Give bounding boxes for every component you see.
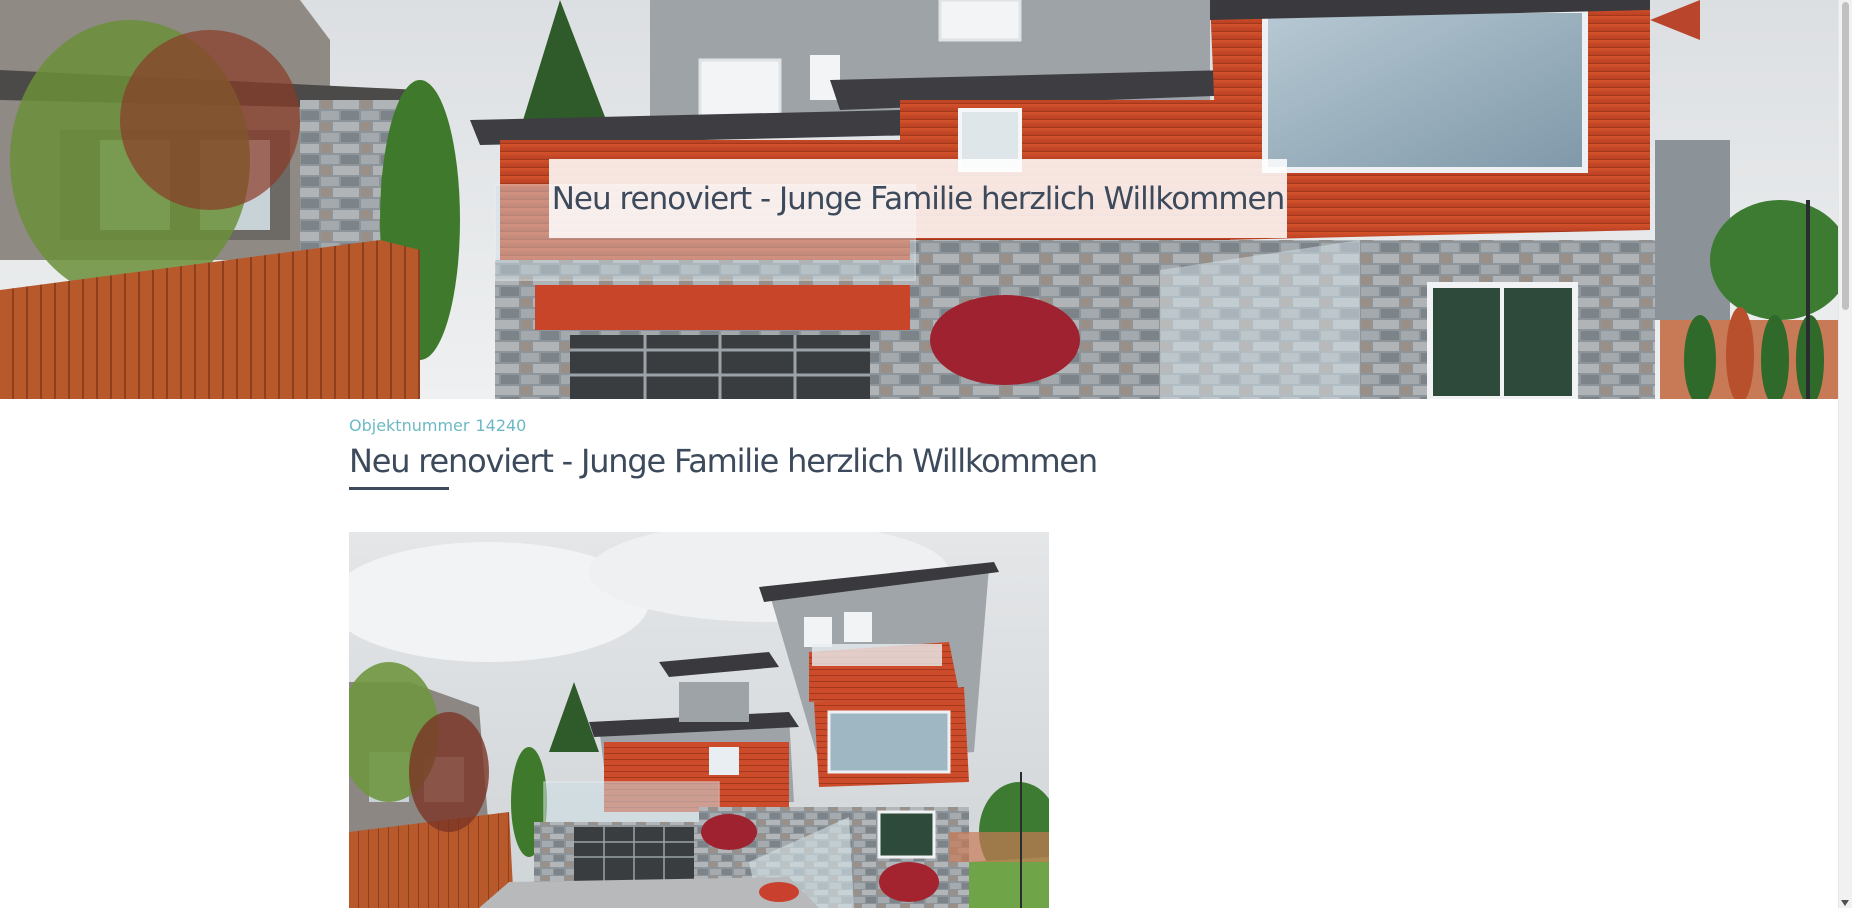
- hero-banner: Neu renoviert - Junge Familie herzlich W…: [0, 0, 1838, 399]
- scroll-down-icon[interactable]: [1841, 900, 1849, 906]
- object-number: Objektnummer 14240: [349, 416, 526, 435]
- hero-title-box: Neu renoviert - Junge Familie herzlich W…: [549, 159, 1287, 238]
- title-underline: [349, 487, 449, 490]
- house-photo: [349, 532, 1049, 908]
- scrollbar-thumb[interactable]: [1842, 2, 1849, 310]
- page-scrollbar[interactable]: [1838, 0, 1852, 908]
- object-number-value: 14240: [475, 416, 527, 435]
- gallery-image[interactable]: [349, 532, 1049, 908]
- listing-title: Neu renoviert - Junge Familie herzlich W…: [349, 442, 1098, 480]
- page: Neu renoviert - Junge Familie herzlich W…: [0, 0, 1838, 908]
- hero-title: Neu renoviert - Junge Familie herzlich W…: [551, 180, 1286, 217]
- object-number-label: Objektnummer: [349, 416, 470, 435]
